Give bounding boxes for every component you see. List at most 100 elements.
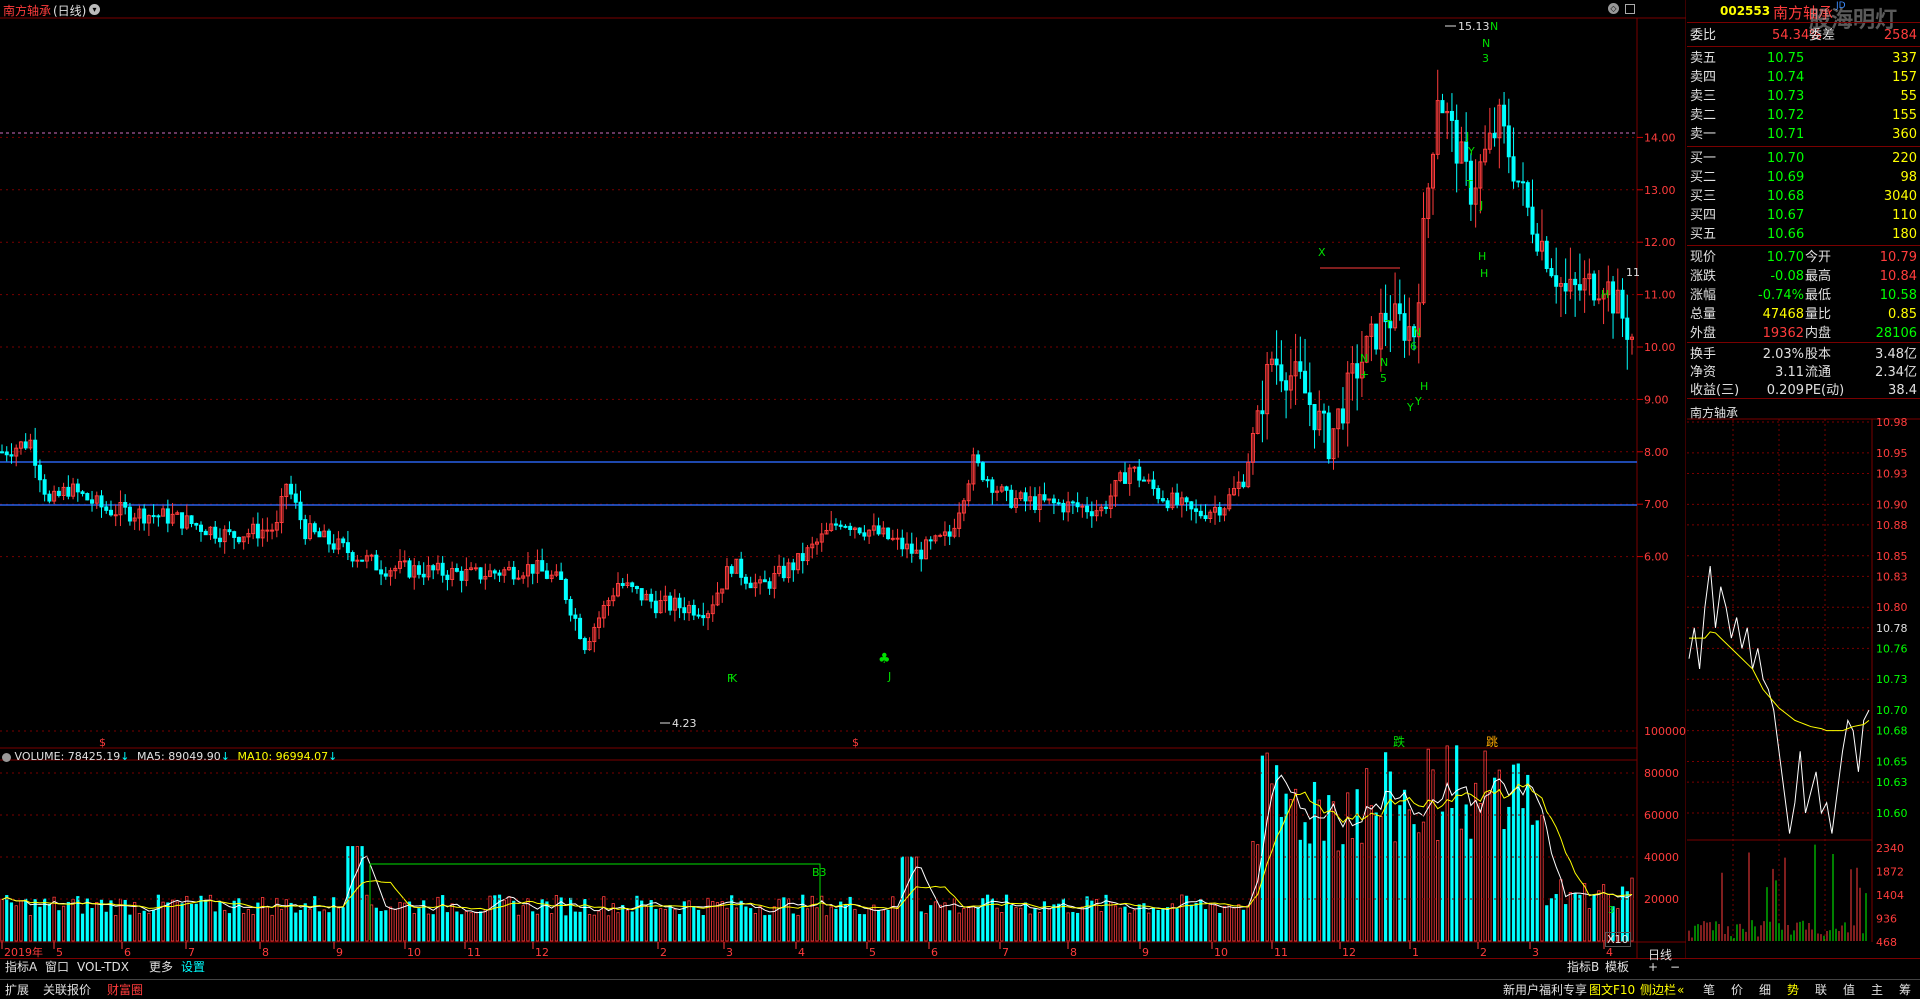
volume-bar	[829, 906, 833, 942]
period-label[interactable]: 日线	[1648, 946, 1672, 963]
volume-bar	[725, 907, 729, 942]
ma10-label: MA10:	[237, 750, 273, 763]
stat2-value: 3.11	[1775, 365, 1804, 380]
bottom-tab[interactable]: 指标A	[2, 959, 40, 976]
candle-down	[379, 569, 384, 575]
volume-range-box	[369, 863, 821, 940]
bottom-tab[interactable]: 窗口	[42, 959, 72, 976]
volume-bar	[583, 899, 587, 942]
ask-price: 10.71	[1767, 127, 1805, 142]
stat-row: 现价 10.70 今开 10.79	[1687, 248, 1920, 267]
candle-up	[516, 577, 521, 580]
candle-down	[578, 617, 583, 640]
candle-up	[1047, 498, 1052, 501]
side-tab[interactable]: 细	[1756, 982, 1774, 999]
volume-bar	[1241, 909, 1246, 942]
candle-down	[1004, 486, 1009, 491]
candle-down	[123, 502, 128, 508]
volume-bar	[460, 914, 464, 942]
signal-letter: H	[1601, 288, 1609, 301]
candle-down	[696, 614, 701, 617]
candle-down	[1194, 508, 1199, 512]
bottom-tab[interactable]: 设置	[178, 959, 208, 976]
candle-down	[530, 564, 535, 574]
candle-down	[980, 462, 985, 481]
signal-letter: +	[1360, 368, 1369, 381]
date-tick-label: 9	[1142, 946, 1149, 958]
candle-down	[1217, 506, 1222, 516]
kline-chart[interactable]: 14.00 13.00 12.00 11.00 10.00 9.00 8.00 7.00 6.0…	[0, 0, 1686, 958]
candle-down	[573, 614, 578, 619]
volume-bar	[90, 907, 94, 942]
right-tab-b[interactable]: 指标B	[1564, 959, 1602, 976]
side-tab[interactable]: 值	[1840, 982, 1858, 999]
side-tab[interactable]: 主	[1868, 982, 1886, 999]
weibi-label: 委比	[1690, 28, 1717, 43]
date-tick-label: 12	[1342, 946, 1356, 958]
candle-down	[919, 549, 924, 560]
volume-bar	[535, 913, 540, 942]
stat-label: 涨幅	[1690, 288, 1717, 303]
bottom-tab[interactable]: VOL-TDX	[74, 959, 132, 976]
settings-dot-icon[interactable]	[2, 752, 11, 762]
volume-bar	[469, 912, 473, 942]
volume-bar	[853, 908, 857, 942]
volume-bar	[739, 900, 743, 942]
volume-bar	[777, 898, 781, 942]
intraday-chart[interactable]: 10.98 10.95 10.93 10.90 10.88 10.85 10.83 10.80…	[1687, 400, 1920, 956]
stat2-value: 2.03%	[1762, 347, 1804, 362]
ask-row: 卖五 10.75 337	[1687, 49, 1920, 68]
side-tab[interactable]: 笔	[1700, 982, 1718, 999]
volume-tick-label: 80000	[1644, 767, 1679, 780]
volume-bar	[426, 913, 431, 942]
volume-bar	[1298, 839, 1302, 942]
bottom-tab-ext[interactable]: 财富圈	[104, 982, 146, 999]
volume-bar	[336, 906, 341, 942]
right-tab-template[interactable]: 模板	[1602, 959, 1632, 976]
volume-bar	[1445, 745, 1449, 942]
stat-label: 总量	[1690, 307, 1717, 322]
date-tick-label: 6	[931, 946, 938, 958]
volume-bar	[1630, 877, 1634, 942]
double-chevron-icon[interactable]: «	[1674, 982, 1687, 999]
intraday-vol-label: 936	[1876, 913, 1897, 926]
side-tab[interactable]: 筹	[1896, 982, 1914, 999]
candle-down	[1355, 363, 1360, 379]
volume-bar	[564, 915, 568, 942]
stat-row: 总量 47468 量比 0.85	[1687, 305, 1920, 324]
volume-bar	[341, 907, 345, 942]
volume-bar	[246, 909, 250, 942]
volume-bar	[597, 910, 601, 942]
signal-letter: H	[1480, 267, 1488, 280]
bottom-tab[interactable]: 更多	[146, 959, 176, 976]
volume-value: 78425.19	[67, 750, 121, 763]
date-tick-label: 4	[798, 946, 805, 958]
bottom-tab-ext[interactable]: 扩展	[2, 982, 32, 999]
side-tab[interactable]: 势	[1784, 982, 1802, 999]
side-tab[interactable]: 联	[1812, 982, 1830, 999]
volume-bar	[1189, 904, 1193, 942]
volume-bar	[104, 911, 108, 942]
candle-down	[0, 451, 4, 454]
volume-bar	[0, 899, 4, 942]
volume-bar	[749, 908, 753, 942]
status-promo[interactable]: 新用户福利专享	[1500, 982, 1590, 999]
bottom-tab-ext[interactable]: 关联报价	[40, 982, 94, 999]
candle-down	[303, 519, 308, 540]
candle-down	[748, 582, 753, 589]
volume-bar	[952, 898, 957, 942]
volume-bar	[715, 902, 720, 942]
intraday-price-label: 10.76	[1876, 642, 1908, 655]
intraday-vol-label: 1404	[1876, 889, 1904, 902]
status-sidebar[interactable]: 侧边栏	[1637, 982, 1679, 999]
candle-down	[255, 523, 260, 539]
volume-bar	[985, 894, 990, 942]
volume-bar	[768, 914, 772, 942]
volume-bar	[1327, 795, 1331, 942]
volume-bar	[1407, 809, 1411, 942]
volume-bar	[933, 901, 938, 942]
side-tab[interactable]: 价	[1728, 982, 1746, 999]
volume-bar	[1132, 909, 1137, 942]
status-f10[interactable]: 图文F10	[1586, 982, 1638, 999]
candle-down	[1516, 180, 1521, 183]
